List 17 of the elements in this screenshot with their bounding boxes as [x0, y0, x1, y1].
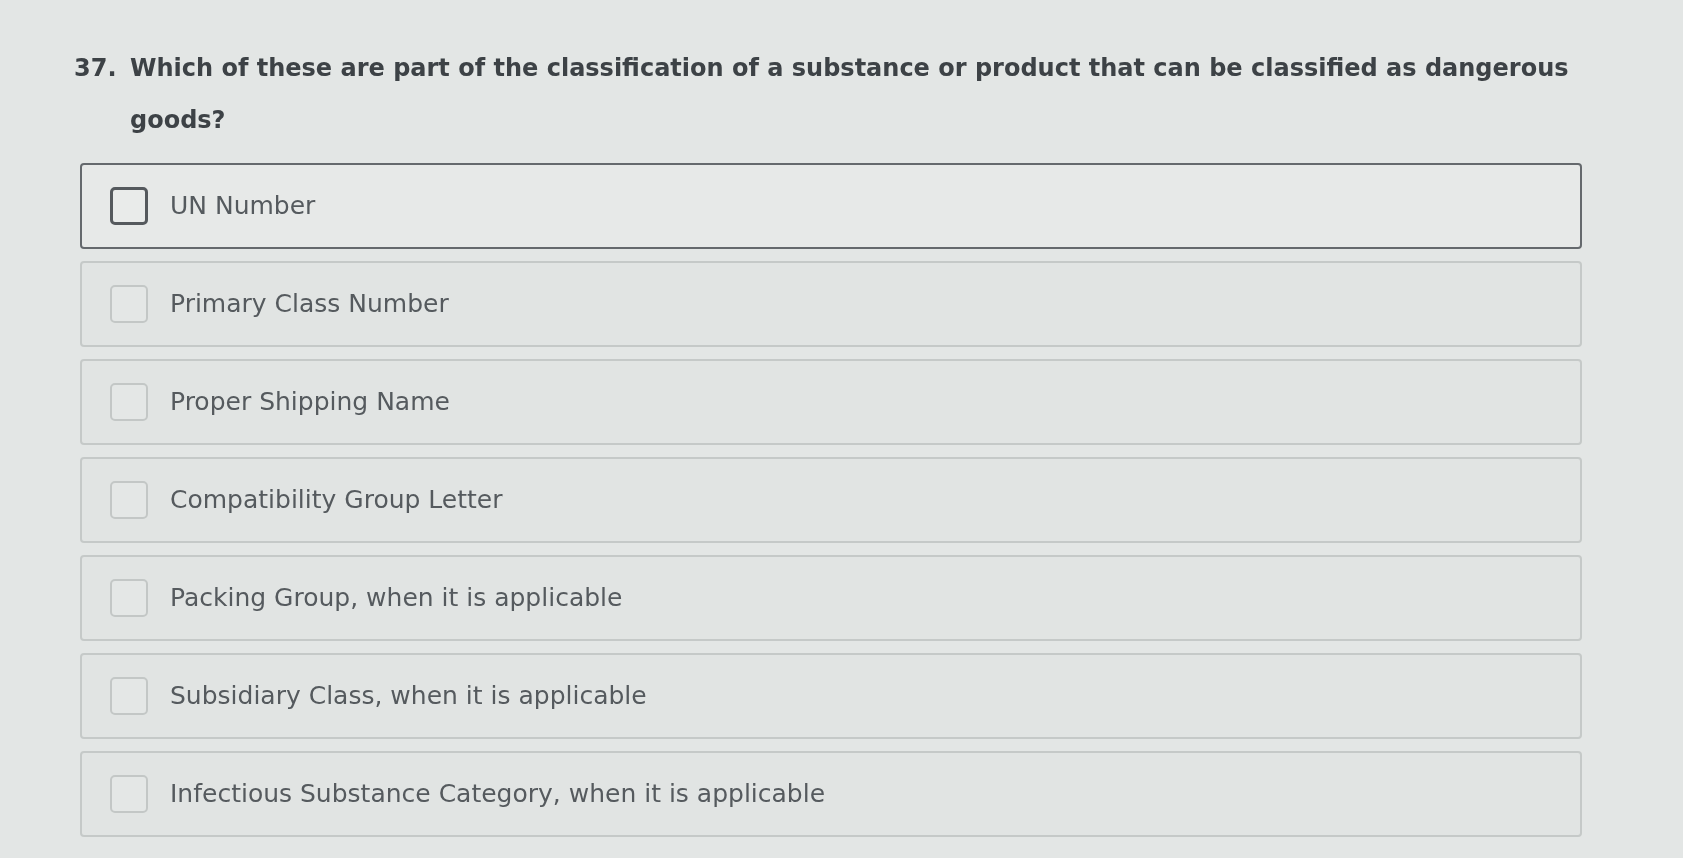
option-label: Proper Shipping Name	[170, 386, 450, 418]
answer-option[interactable]: Primary Class Number	[80, 261, 1582, 347]
option-label: Subsidiary Class, when it is applicable	[170, 680, 647, 712]
question-number: 37.	[74, 53, 118, 84]
option-label: Infectious Substance Category, when it is applicable	[170, 778, 826, 810]
checkbox[interactable]	[110, 187, 148, 225]
answer-option[interactable]: UN Number	[80, 163, 1582, 249]
answer-option[interactable]: Subsidiary Class, when it is applicable	[80, 653, 1582, 739]
question-text: Which of these are part of the classification of a substance or product that can be classified as dangerous goods?	[130, 53, 1570, 136]
option-label: Compatibility Group Letter	[170, 484, 503, 516]
answer-option[interactable]: Proper Shipping Name	[80, 359, 1582, 445]
option-label: UN Number	[170, 190, 316, 222]
answer-option[interactable]: Packing Group, when it is applicable	[80, 555, 1582, 641]
answer-option[interactable]: Infectious Substance Category, when it is applicable	[80, 751, 1582, 837]
answer-option[interactable]: Compatibility Group Letter	[80, 457, 1582, 543]
option-label: Packing Group, when it is applicable	[170, 582, 623, 614]
option-label: Primary Class Number	[170, 288, 449, 320]
